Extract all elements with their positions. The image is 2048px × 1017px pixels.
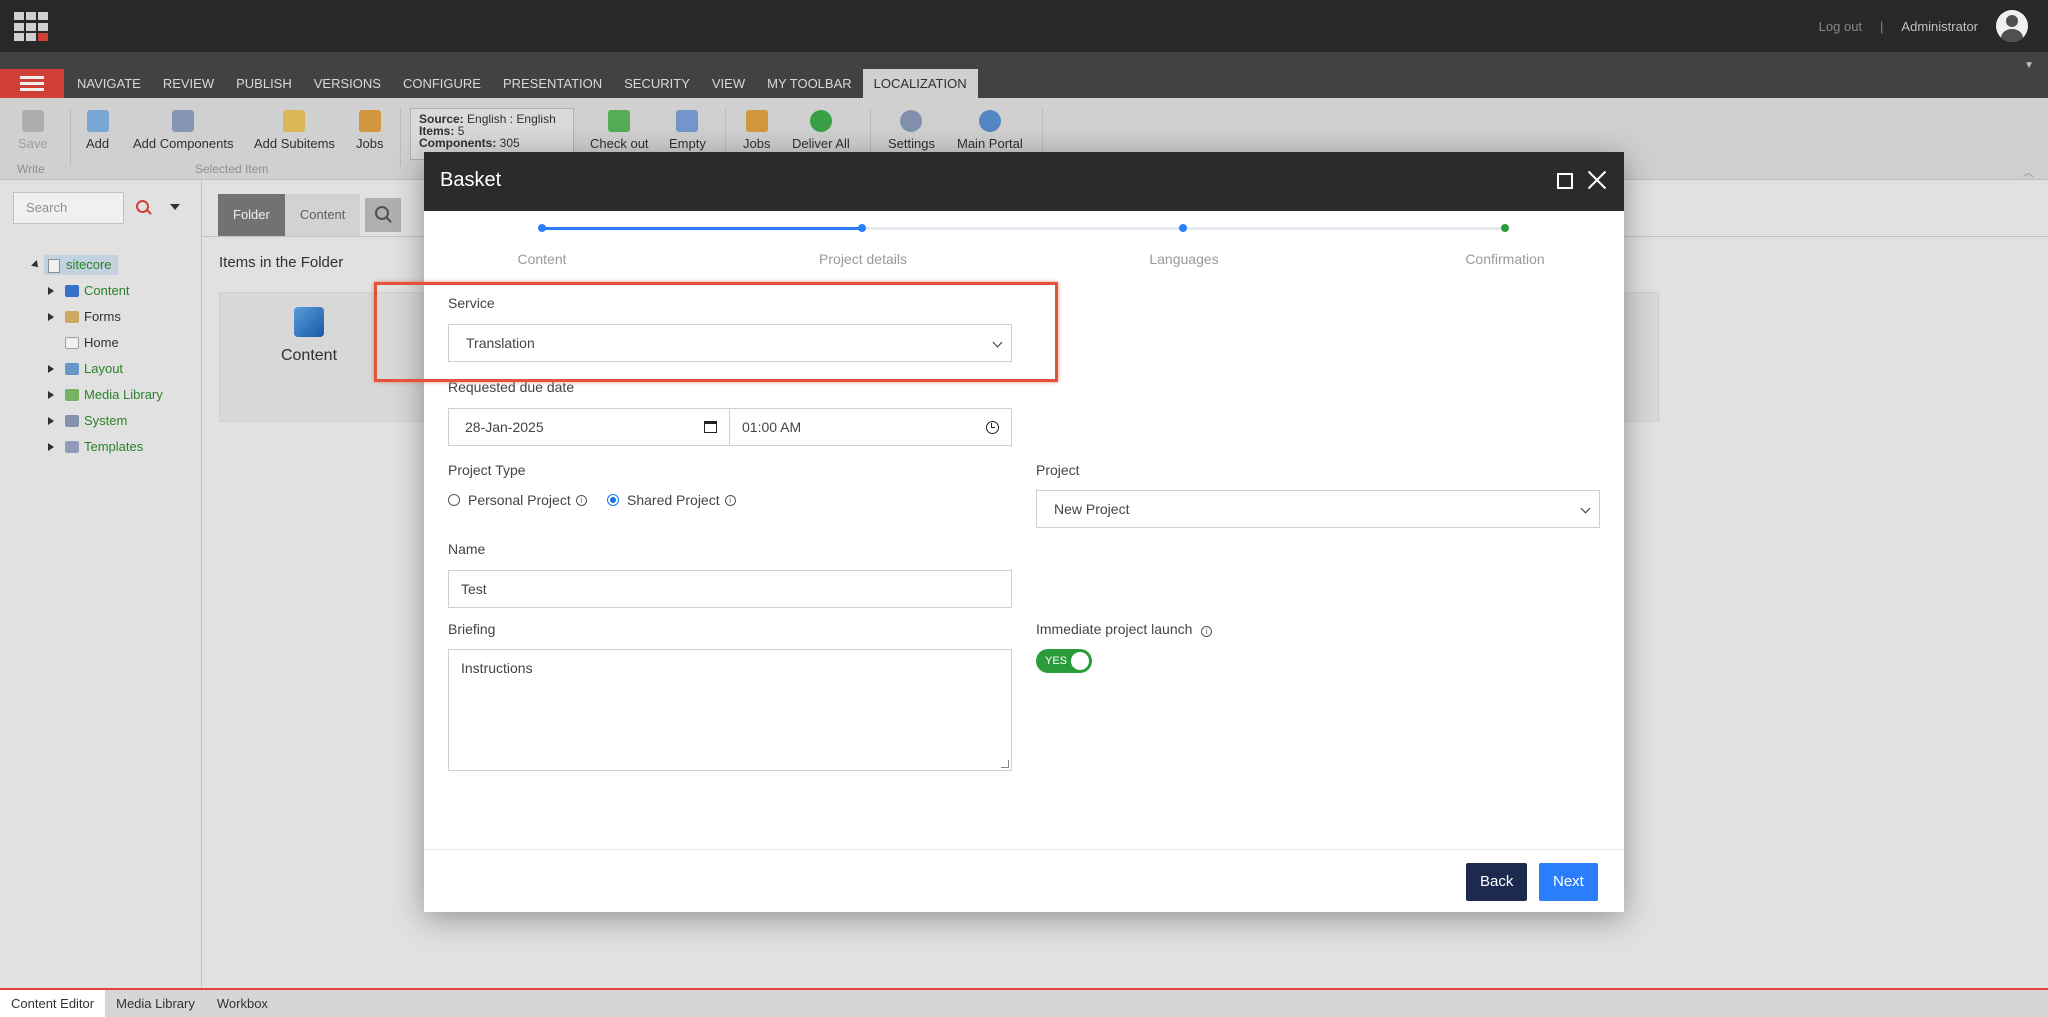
- footer-divider: [424, 849, 1624, 850]
- chevron-down-icon: [1580, 503, 1591, 514]
- step-dot-confirmation: [1501, 224, 1509, 232]
- dialog-header: Basket: [424, 152, 1624, 211]
- highlight-annotation: [374, 282, 1058, 382]
- name-label: Name: [448, 541, 486, 557]
- step-progress-line: [542, 227, 862, 230]
- dialog-title: Basket: [440, 169, 502, 191]
- due-time-input[interactable]: 01:00 AM: [729, 408, 1012, 446]
- info-icon[interactable]: i: [1201, 626, 1213, 637]
- due-date-value: 28-Jan-2025: [465, 419, 544, 435]
- immediate-launch-label: Immediate project launch i: [1036, 621, 1213, 637]
- step-label-languages[interactable]: Languages: [1149, 251, 1218, 267]
- project-label: Project: [1036, 462, 1080, 478]
- clock-icon[interactable]: [986, 421, 999, 434]
- name-input[interactable]: Test: [448, 570, 1012, 608]
- radio-label: Personal Project: [468, 492, 571, 508]
- status-tab-workbox[interactable]: Workbox: [206, 990, 279, 1017]
- radio-button-checked[interactable]: [607, 494, 619, 506]
- basket-dialog: Basket Content Project details Languages…: [424, 152, 1624, 912]
- due-time-value: 01:00 AM: [742, 419, 802, 435]
- briefing-value: Instructions: [461, 660, 533, 676]
- resize-handle-icon[interactable]: [1001, 760, 1009, 768]
- step-dot-content: [538, 224, 546, 232]
- info-icon[interactable]: i: [575, 494, 587, 506]
- project-value: New Project: [1054, 501, 1130, 517]
- name-value: Test: [461, 581, 487, 597]
- due-date-input[interactable]: 28-Jan-2025: [448, 408, 730, 446]
- radio-shared-project[interactable]: Shared Project i: [607, 492, 736, 508]
- project-select[interactable]: New Project: [1036, 490, 1600, 528]
- status-tab-content-editor[interactable]: Content Editor: [0, 990, 106, 1017]
- info-icon[interactable]: i: [724, 494, 736, 506]
- calendar-icon[interactable]: [704, 421, 717, 433]
- step-label-content[interactable]: Content: [517, 251, 566, 267]
- step-dot-languages: [1179, 224, 1187, 232]
- maximize-icon[interactable]: [1557, 173, 1573, 189]
- immediate-launch-text: Immediate project launch: [1036, 621, 1193, 637]
- next-button[interactable]: Next: [1539, 863, 1598, 901]
- radio-label: Shared Project: [627, 492, 720, 508]
- project-type-label: Project Type: [448, 462, 526, 478]
- briefing-label: Briefing: [448, 621, 496, 637]
- back-button[interactable]: Back: [1466, 863, 1528, 901]
- wizard-stepper: Content Project details Languages Confir…: [424, 211, 1624, 271]
- status-tab-media-library[interactable]: Media Library: [105, 990, 206, 1017]
- briefing-textarea[interactable]: Instructions: [448, 649, 1012, 771]
- radio-personal-project[interactable]: Personal Project i: [448, 492, 587, 508]
- step-label-project-details[interactable]: Project details: [819, 251, 907, 267]
- step-label-confirmation[interactable]: Confirmation: [1465, 251, 1544, 267]
- radio-button[interactable]: [448, 494, 460, 506]
- immediate-launch-toggle[interactable]: YES: [1036, 649, 1092, 673]
- step-dot-project-details: [858, 224, 866, 232]
- close-icon[interactable]: [1586, 169, 1608, 191]
- bottom-status-bar: Content Editor Media Library Workbox: [0, 988, 2048, 1017]
